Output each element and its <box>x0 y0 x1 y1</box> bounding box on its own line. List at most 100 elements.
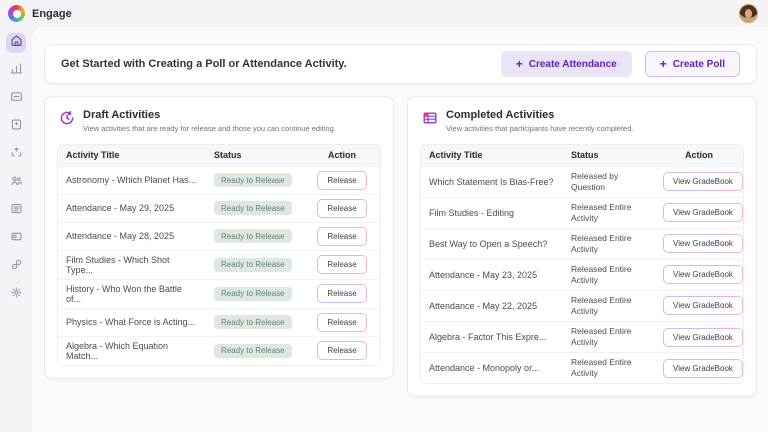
draft-table-row: Film Studies - Which Shot Type... Ready … <box>58 250 380 279</box>
activity-title: Attendance - May 22, 2025 <box>421 297 563 315</box>
completed-table-row: Best Way to Open a Speech? Released Enti… <box>421 228 743 259</box>
draft-table-row: Attendance - May 29, 2025 Ready to Relea… <box>58 194 380 222</box>
activity-title: Film Studies - Which Shot Type... <box>58 251 206 279</box>
draft-table-row: Astronomy - Which Planet Has... Ready to… <box>58 166 380 194</box>
column-header-status: Status <box>206 145 304 165</box>
draft-activities-panel: Draft Activities View activities that ar… <box>44 96 394 379</box>
share-cycle-icon <box>10 146 23 164</box>
column-header-action: Action <box>655 145 743 165</box>
presentation-icon <box>10 90 23 108</box>
create-attendance-button[interactable]: + Create Attendance <box>501 51 632 77</box>
panel-title: Draft Activities <box>83 109 336 121</box>
report-list-icon <box>10 202 23 220</box>
document-icon <box>10 118 23 136</box>
sidebar-item-integrations[interactable] <box>6 257 26 277</box>
user-avatar[interactable] <box>739 4 758 23</box>
completed-table-row: Attendance - May 22, 2025 Released Entir… <box>421 290 743 321</box>
completed-activities-panel: Completed Activities View activities tha… <box>407 96 757 397</box>
release-button[interactable]: Release <box>317 171 366 190</box>
release-button[interactable]: Release <box>317 227 366 246</box>
draft-table-row: Algebra - Which Equation Match... Ready … <box>58 336 380 365</box>
completed-panel-header: Completed Activities View activities tha… <box>408 97 756 142</box>
panel-title: Completed Activities <box>446 109 633 121</box>
release-button[interactable]: Release <box>317 199 366 218</box>
completed-table-row: Algebra - Factor This Expre... Released … <box>421 321 743 352</box>
main-content: Get Started with Creating a Poll or Atte… <box>32 27 768 432</box>
history-clock-icon <box>59 110 75 126</box>
sidebar-item-groups[interactable] <box>6 173 26 193</box>
status-text: Released Entire Activity <box>571 295 647 317</box>
sidebar-item-settings[interactable] <box>6 285 26 305</box>
status-badge: Ready to Release <box>214 287 292 301</box>
activity-title: Best Way to Open a Speech? <box>421 235 563 253</box>
groups-icon <box>10 174 23 192</box>
sidebar-item-reports[interactable] <box>6 201 26 221</box>
plus-icon: + <box>516 58 523 70</box>
completed-table-row: Film Studies - Editing Released Entire A… <box>421 197 743 228</box>
sidebar-item-presentations[interactable] <box>6 89 26 109</box>
status-text: Released Entire Activity <box>571 202 647 224</box>
top-header: Engage <box>0 0 768 27</box>
create-attendance-label: Create Attendance <box>529 59 617 70</box>
draft-table-row: Physics - What Force is Acting... Ready … <box>58 308 380 336</box>
draft-table-row: History - Who Won the Battle of... Ready… <box>58 279 380 308</box>
activity-title: History - Who Won the Battle of... <box>58 280 206 308</box>
sidebar-item-documents[interactable] <box>6 117 26 137</box>
banner-text: Get Started with Creating a Poll or Atte… <box>61 58 347 70</box>
status-text: Released Entire Activity <box>571 264 647 286</box>
status-text: Released Entire Activity <box>571 357 647 379</box>
banner-actions: + Create Attendance + Create Poll <box>501 51 740 77</box>
activity-title: Attendance - May 29, 2025 <box>58 199 206 217</box>
activity-title: Film Studies - Editing <box>421 204 563 222</box>
activity-title: Which Statement Is Bias-Free? <box>421 173 563 191</box>
status-badge: Ready to Release <box>214 258 292 272</box>
column-header-status: Status <box>563 145 655 165</box>
view-gradebook-button[interactable]: View GradeBook <box>663 296 743 315</box>
completed-table-row: Which Statement Is Bias-Free? Released b… <box>421 166 743 197</box>
view-gradebook-button[interactable]: View GradeBook <box>663 203 743 222</box>
draft-table-row: Attendance - May 28, 2025 Ready to Relea… <box>58 222 380 250</box>
card-icon <box>10 230 23 248</box>
gradebook-table-icon <box>422 110 438 126</box>
activity-title: Algebra - Factor This Expre... <box>421 328 563 346</box>
draft-activities-table: Activity Title Status Action Astronomy -… <box>57 144 381 366</box>
get-started-banner: Get Started with Creating a Poll or Atte… <box>44 44 757 84</box>
view-gradebook-button[interactable]: View GradeBook <box>663 172 743 191</box>
home-icon <box>10 34 23 52</box>
status-badge: Ready to Release <box>214 201 292 215</box>
sidebar-item-analytics[interactable] <box>6 61 26 81</box>
sidebar-item-cards[interactable] <box>6 229 26 249</box>
completed-activities-table: Activity Title Status Action Which State… <box>420 144 744 385</box>
status-badge: Ready to Release <box>214 229 292 243</box>
release-button[interactable]: Release <box>317 313 366 332</box>
column-header-action: Action <box>304 145 380 165</box>
app-title: Engage <box>32 8 72 20</box>
status-text: Released Entire Activity <box>571 233 647 255</box>
link-icon <box>10 258 23 276</box>
activity-title: Attendance - May 28, 2025 <box>58 227 206 245</box>
activity-title: Attendance - Monopoly or... <box>421 359 563 377</box>
completed-table-row: Attendance - May 23, 2025 Released Entir… <box>421 259 743 290</box>
column-header-activity-title: Activity Title <box>421 145 563 165</box>
table-header-row: Activity Title Status Action <box>421 145 743 166</box>
create-poll-button[interactable]: + Create Poll <box>645 51 740 77</box>
analytics-icon <box>10 62 23 80</box>
view-gradebook-button[interactable]: View GradeBook <box>663 265 743 284</box>
sidebar-item-home[interactable] <box>6 33 26 53</box>
plus-icon: + <box>660 58 667 70</box>
sidebar-item-share[interactable] <box>6 145 26 165</box>
view-gradebook-button[interactable]: View GradeBook <box>663 359 743 378</box>
create-poll-label: Create Poll <box>673 59 725 70</box>
view-gradebook-button[interactable]: View GradeBook <box>663 234 743 253</box>
release-button[interactable]: Release <box>317 255 366 274</box>
column-header-activity-title: Activity Title <box>58 145 206 165</box>
status-badge: Ready to Release <box>214 173 292 187</box>
release-button[interactable]: Release <box>317 284 366 303</box>
panel-subtitle: View activities that are ready for relea… <box>83 124 336 133</box>
view-gradebook-button[interactable]: View GradeBook <box>663 328 743 347</box>
draft-panel-header: Draft Activities View activities that ar… <box>45 97 393 142</box>
activity-title: Physics - What Force is Acting... <box>58 313 206 331</box>
status-text: Released by Question <box>571 171 647 193</box>
panel-subtitle: View activities that participants have r… <box>446 124 633 133</box>
release-button[interactable]: Release <box>317 341 366 360</box>
